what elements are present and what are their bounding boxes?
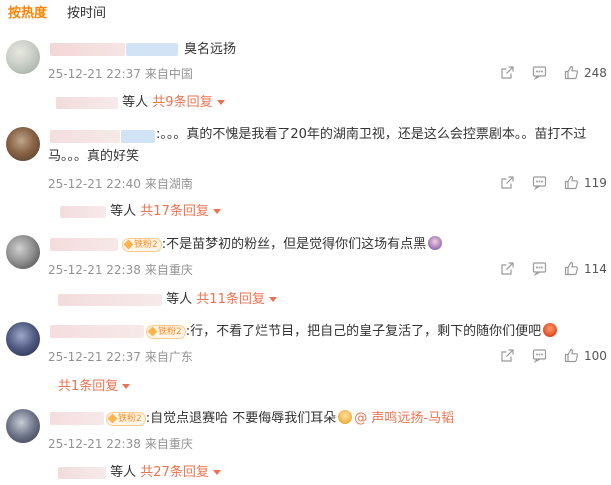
username[interactable] <box>50 238 118 251</box>
avatar[interactable] <box>6 322 40 356</box>
view-replies-link[interactable]: 共17条回复 <box>140 204 221 219</box>
comment-location: 来自中国 <box>144 67 193 81</box>
comment-actions: 248 <box>496 65 608 83</box>
emoji-icon <box>428 236 443 250</box>
fan-badge-icon: 铁粉2 <box>146 324 186 339</box>
share-icon[interactable] <box>500 261 515 276</box>
reply-summary: 等人 共9条回复 <box>56 91 225 110</box>
comment-text: :不是苗梦初的粉丝，但是觉得你们这场有点黑 <box>161 237 427 252</box>
username[interactable] <box>50 412 104 425</box>
avatar[interactable] <box>6 409 40 443</box>
like-count: 100 <box>584 349 607 363</box>
sort-tabs: 按热度 按时间 <box>8 4 106 28</box>
view-replies-link[interactable]: 共27条回复 <box>140 465 221 480</box>
comment-icon[interactable] <box>532 261 547 276</box>
comment-body: 铁粉2:不是苗梦初的粉丝，但是觉得你们这场有点黑 <box>122 234 443 256</box>
comment-date: 25-12-21 22:37 <box>48 67 141 81</box>
chevron-down-icon <box>212 209 221 214</box>
view-replies-link[interactable]: 共1条回复 <box>58 379 131 394</box>
reply-usernames <box>60 205 106 218</box>
reply-suffix: 等人 <box>110 465 137 480</box>
avatar[interactable] <box>6 40 40 74</box>
reply-count: 共27条回复 <box>140 465 209 480</box>
reply-count: 共9条回复 <box>152 95 213 110</box>
comment-meta: 25-12-21 22:37 来自广东 <box>48 348 193 365</box>
reply-usernames <box>56 96 118 109</box>
comment-date: 25-12-21 22:37 <box>48 350 141 364</box>
chevron-down-icon <box>216 100 225 105</box>
chevron-down-icon <box>122 384 131 389</box>
comment-body: 铁粉2:自觉点退赛哈 不要侮辱我们耳朵 @ 声鸣远扬-马韬 <box>106 408 454 430</box>
comment-location: 来自广东 <box>144 350 193 364</box>
like-count: 248 <box>584 66 607 80</box>
comment-meta: 25-12-21 22:40 来自湖南 <box>48 175 193 192</box>
like-count: 119 <box>584 176 607 190</box>
thumb-up-icon[interactable] <box>564 175 579 190</box>
comment-date: 25-12-21 22:38 <box>48 263 141 277</box>
view-replies-link[interactable]: 共11条回复 <box>196 292 277 307</box>
view-replies-link[interactable]: 共9条回复 <box>152 95 225 110</box>
fan-badge-label: 铁粉2 <box>158 326 182 337</box>
fan-badge-icon: 铁粉2 <box>122 237 162 252</box>
username-badge <box>126 43 178 56</box>
comment-location: 来自重庆 <box>144 263 193 277</box>
comment-actions: 114 <box>496 261 608 279</box>
reply-suffix: 等人 <box>110 204 137 219</box>
reply-suffix: 等人 <box>122 95 149 110</box>
fan-badge-icon: 铁粉2 <box>106 411 146 426</box>
comment-location: 来自重庆 <box>144 437 193 451</box>
reply-summary: 共1条回复 <box>58 375 131 394</box>
share-icon[interactable] <box>500 175 515 190</box>
reply-summary: 等人 共11条回复 <box>58 288 277 307</box>
comment-text: :行，不看了烂节目，把自己的皇子复活了，剩下的随你们便吧 <box>185 324 542 339</box>
thumb-up-icon[interactable] <box>564 65 579 80</box>
comment-icon[interactable] <box>532 65 547 80</box>
comment-meta: 25-12-21 22:38 来自重庆 <box>48 435 193 452</box>
comment-text: :。。。真的不愧是我看了20年的湖南卫视，还是这么会控票剧本。。苗打不过马。。。… <box>48 127 587 164</box>
comment-icon[interactable] <box>532 175 547 190</box>
comment-text: 臭名远扬 <box>184 42 237 57</box>
thumb-up-icon[interactable] <box>564 348 579 363</box>
comment-date: 25-12-21 22:38 <box>48 437 141 451</box>
reply-usernames <box>58 293 162 306</box>
tab-by-time[interactable]: 按时间 <box>67 4 106 28</box>
emoji-icon <box>338 410 353 424</box>
reply-usernames <box>58 466 106 479</box>
reply-summary: 等人 共27条回复 <box>58 461 221 480</box>
fan-badge-label: 铁粉2 <box>134 239 158 250</box>
share-icon[interactable] <box>500 65 515 80</box>
comment-text: :自觉点退赛哈 不要侮辱我们耳朵 <box>145 411 337 426</box>
comment-date: 25-12-21 22:40 <box>48 177 141 191</box>
fan-badge-label: 铁粉2 <box>118 413 142 424</box>
chevron-down-icon <box>212 470 221 475</box>
comment-actions: 119 <box>496 175 608 193</box>
avatar[interactable] <box>6 127 40 161</box>
reply-count: 共1条回复 <box>58 379 119 394</box>
username[interactable] <box>50 43 125 56</box>
reply-suffix: 等人 <box>166 292 193 307</box>
chevron-down-icon <box>268 297 277 302</box>
comment-icon[interactable] <box>532 348 547 363</box>
username[interactable] <box>50 325 144 338</box>
share-icon[interactable] <box>500 348 515 363</box>
comment-location: 来自湖南 <box>144 177 193 191</box>
comment-body: 铁粉2:行，不看了烂节目，把自己的皇子复活了，剩下的随你们便吧 <box>146 321 558 343</box>
mention-link[interactable]: @ 声鸣远扬-马韬 <box>354 411 454 426</box>
comment-actions: 100 <box>496 348 608 366</box>
comment-meta: 25-12-21 22:37 来自中国 <box>48 65 193 82</box>
reply-count: 共11条回复 <box>196 292 265 307</box>
comment-meta: 25-12-21 22:38 来自重庆 <box>48 261 193 278</box>
tab-by-hot[interactable]: 按热度 <box>8 4 47 28</box>
emoji-icon <box>543 323 558 337</box>
thumb-up-icon[interactable] <box>564 261 579 276</box>
like-count: 114 <box>584 262 607 276</box>
reply-summary: 等人 共17条回复 <box>60 200 221 219</box>
reply-count: 共17条回复 <box>140 204 209 219</box>
avatar[interactable] <box>6 235 40 269</box>
